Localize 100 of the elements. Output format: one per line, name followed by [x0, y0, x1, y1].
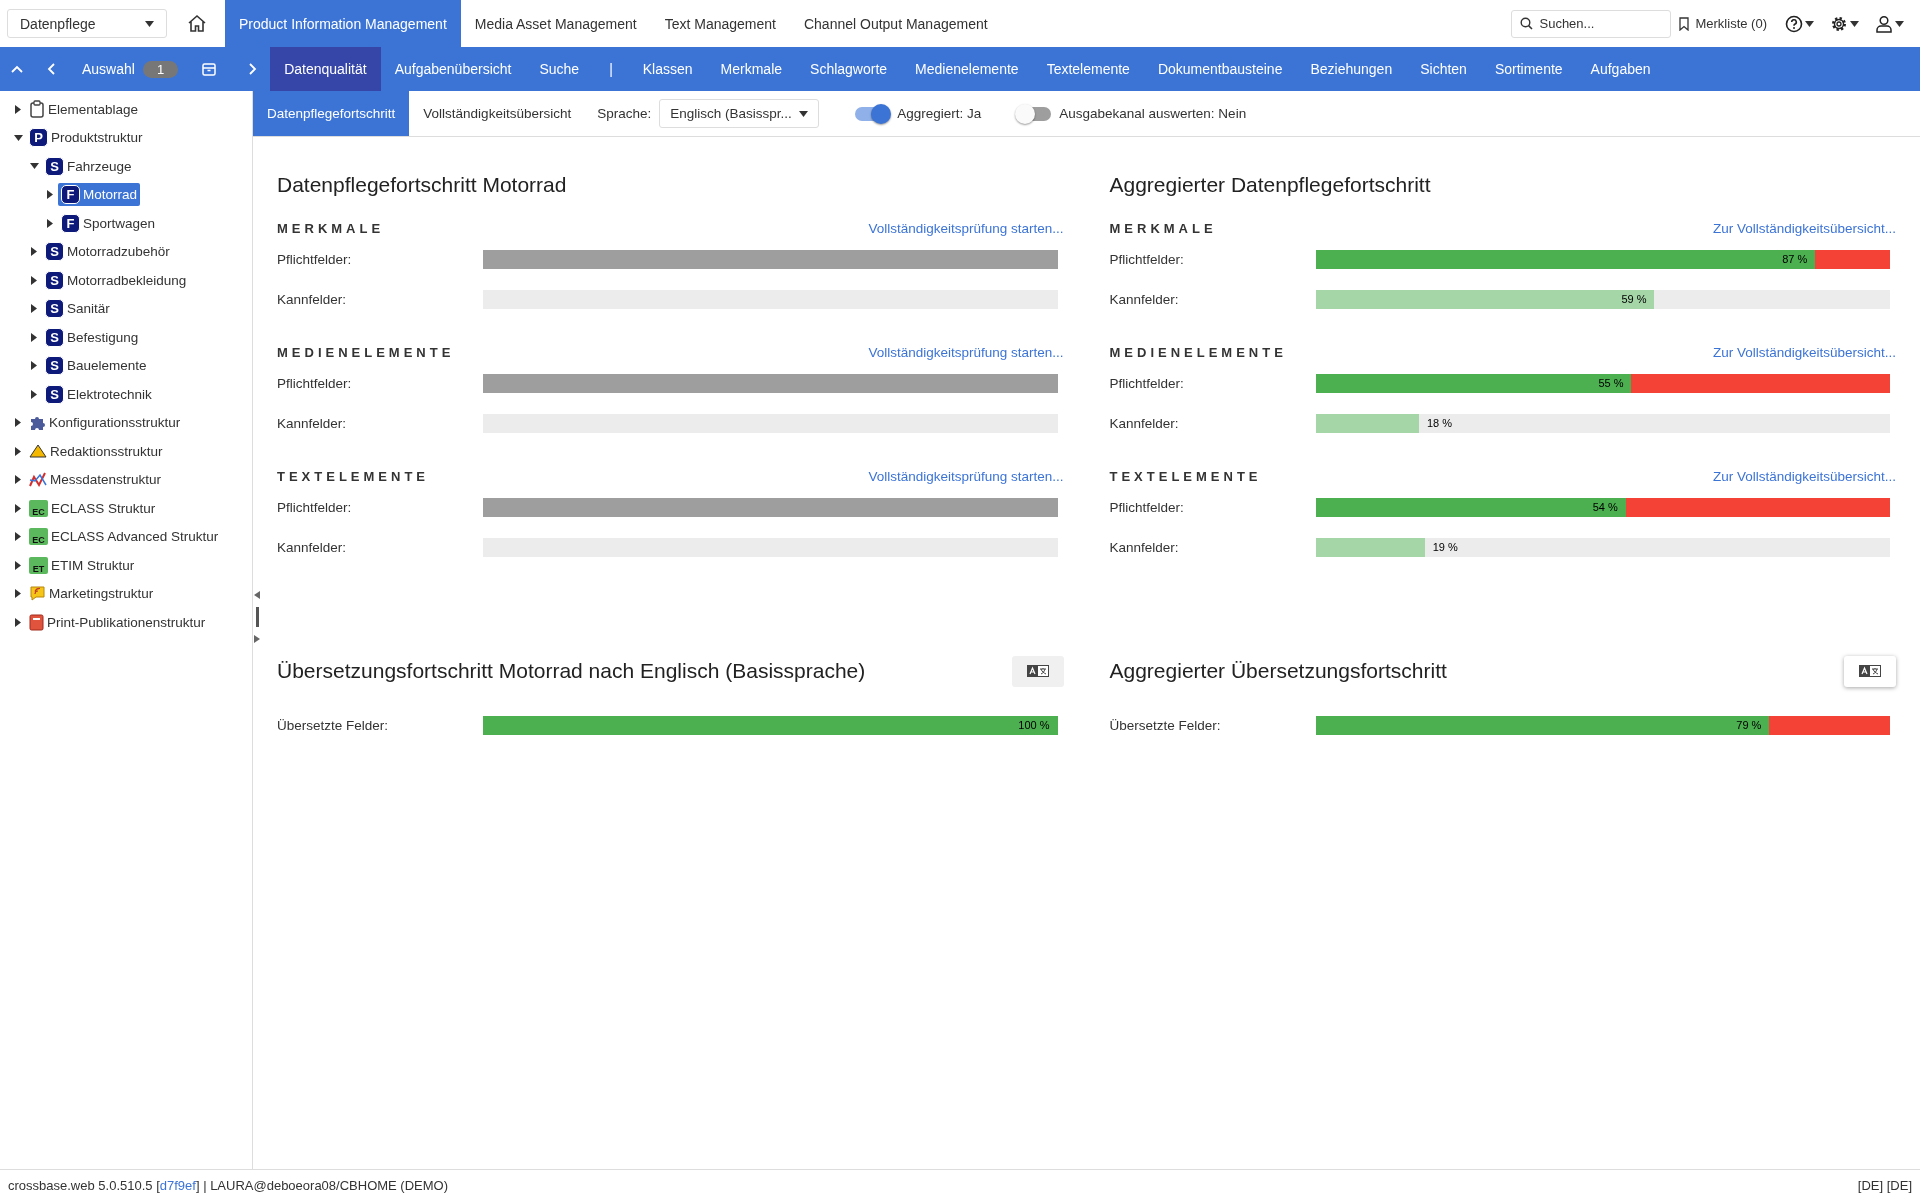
nav-tab[interactable]: Schlagworte [796, 47, 902, 91]
home-icon[interactable] [187, 14, 207, 33]
module-tab[interactable]: Text Management [650, 0, 790, 47]
expand-caret-icon[interactable] [15, 475, 21, 485]
module-tab[interactable]: Product Information Management [225, 0, 461, 47]
expand-caret-icon[interactable] [15, 446, 21, 456]
expand-caret-icon[interactable] [31, 389, 37, 399]
nav-tab[interactable]: Datenqualität [270, 47, 381, 91]
expand-caret-icon[interactable] [31, 304, 37, 314]
tree-item[interactable]: F Sportwagen [58, 211, 159, 235]
expand-caret-icon[interactable] [31, 361, 37, 371]
search-icon [1520, 17, 1534, 30]
folder-icon: EC [29, 499, 48, 517]
expand-caret-icon[interactable] [15, 104, 21, 114]
tree-item[interactable]: Redaktionsstruktur [26, 441, 166, 461]
tree-item[interactable]: EC ECLASS Advanced Struktur [26, 526, 222, 548]
language-select[interactable]: Englisch (Basisspr... [659, 99, 820, 128]
tree-item[interactable]: S Befestigung [42, 325, 142, 349]
expand-right-icon[interactable] [254, 635, 260, 643]
nav-tab[interactable]: Aufgaben [1576, 47, 1665, 91]
watchlist-button[interactable]: Merkliste (0) [1679, 16, 1767, 31]
nav-tab[interactable]: Sichten [1406, 47, 1481, 91]
tree-item[interactable]: ET ETIM Struktur [26, 554, 138, 576]
nav-tab[interactable]: Dokumentbausteine [1143, 47, 1297, 91]
tree-item[interactable]: EC ECLASS Struktur [26, 497, 159, 519]
tree-item[interactable]: S Motorradbekleidung [42, 268, 190, 292]
expand-caret-icon[interactable] [31, 275, 37, 285]
section-link[interactable]: Zur Vollständigkeitsübersicht... [1712, 220, 1896, 236]
user-menu[interactable] [1875, 14, 1904, 33]
toggle-switch[interactable] [855, 106, 890, 121]
panel-title: Übersetzungsfortschritt Motorrad nach Englisch (Basissprache) [277, 659, 866, 683]
collapse-left-icon[interactable] [254, 591, 260, 599]
section-link[interactable]: Zur Vollständigkeitsübersicht... [1712, 344, 1896, 360]
tree-item[interactable]: F Motorrad [58, 183, 141, 207]
tree-item[interactable]: Print-Publikationenstruktur [26, 611, 209, 633]
module-tab[interactable]: Media Asset Management [460, 0, 651, 47]
percent-reading: 59 % [1620, 293, 1648, 305]
tree-item[interactable]: P Produktstruktur [26, 126, 146, 150]
module-tab[interactable]: Channel Output Management [789, 0, 1002, 47]
version-info: crossbase.web 5.0.510.5 [d7f9ef] | LAURA@deboeora08/CBHOME (DEMO) [8, 1177, 449, 1193]
search-field[interactable]: Suchen... [1511, 9, 1672, 38]
caret-icon [1805, 20, 1814, 27]
collapse-caret-icon[interactable] [13, 134, 23, 141]
puzzle-icon [29, 414, 46, 432]
expand-caret-icon[interactable] [15, 532, 21, 542]
nav-separator: | [608, 61, 614, 77]
nav-tab[interactable]: Medienelemente [901, 47, 1033, 91]
translate-button[interactable] [1844, 655, 1896, 687]
section-link[interactable]: Vollständigkeitsprüfung starten... [868, 344, 1064, 360]
locale-info: [DE] [DE] [1857, 1177, 1912, 1193]
expand-caret-icon[interactable] [15, 418, 21, 428]
nav-tab[interactable]: Merkmale [706, 47, 797, 91]
box-icon [202, 62, 217, 76]
nav-tab[interactable]: Beziehungen [1296, 47, 1407, 91]
book-icon [29, 613, 44, 631]
bar-label: Kannfelder: [1109, 291, 1180, 307]
tree-item[interactable]: Elementablage [26, 98, 142, 121]
expand-caret-icon[interactable] [15, 503, 21, 513]
nav-tab[interactable]: Textelemente [1032, 47, 1144, 91]
tree-item[interactable]: S Fahrzeuge [42, 154, 135, 178]
section-link[interactable]: Vollständigkeitsprüfung starten... [868, 468, 1064, 484]
expand-caret-icon[interactable] [31, 332, 37, 342]
bar-label: Übersetzte Felder: [1109, 717, 1222, 733]
tree-item[interactable]: S Motorradzubehör [42, 240, 173, 264]
nav-tab[interactable]: Suche [525, 47, 594, 91]
tree-item[interactable]: S Bauelemente [42, 354, 150, 378]
collapse-caret-icon[interactable] [29, 163, 39, 170]
tree-item[interactable]: S Elektrotechnik [42, 382, 155, 406]
translate-button[interactable] [1011, 655, 1064, 687]
section-link[interactable]: Vollständigkeitsprüfung starten... [868, 220, 1064, 236]
selection-count: 1 [142, 60, 179, 78]
expand-caret-icon[interactable] [47, 218, 53, 228]
user-icon [1875, 14, 1893, 33]
expand-caret-icon[interactable] [47, 190, 53, 200]
tree-item[interactable]: Messdatenstruktur [26, 468, 165, 491]
view-tab[interactable]: Datenpflegefortschritt [253, 91, 410, 136]
expand-caret-icon[interactable] [15, 589, 21, 599]
workspace-select[interactable]: Datenpflege [7, 9, 167, 38]
nav-tab[interactable]: Sortimente [1480, 47, 1577, 91]
section-title: MEDIENELEMENTE [1109, 344, 1287, 360]
tree-item[interactable]: Marketingstruktur [26, 583, 157, 605]
letter-icon: S [45, 270, 64, 290]
bar-label: Pflichtfelder: [277, 375, 353, 391]
view-tab[interactable]: Vollständigkeitsübersicht [409, 91, 586, 136]
letter-icon: S [45, 299, 64, 319]
warning-icon [29, 444, 47, 459]
expand-caret-icon[interactable] [15, 617, 21, 627]
splitter-handle-icon[interactable] [255, 607, 259, 627]
toggle-label: Ausgabekanal auswerten: Nein [1059, 106, 1247, 121]
nav-tab[interactable]: Klassen [628, 47, 707, 91]
clipboard-icon [29, 100, 45, 119]
toggle-switch[interactable] [1017, 106, 1052, 121]
help-menu[interactable] [1785, 14, 1814, 33]
expand-caret-icon[interactable] [15, 560, 21, 570]
expand-caret-icon[interactable] [31, 247, 37, 257]
tree-item[interactable]: S Sanitär [42, 297, 113, 321]
section-link[interactable]: Zur Vollständigkeitsübersicht... [1712, 468, 1896, 484]
tree-item[interactable]: Konfigurationsstruktur [26, 412, 184, 434]
settings-menu[interactable] [1830, 14, 1859, 33]
nav-tab[interactable]: Aufgabenübersicht [380, 47, 526, 91]
